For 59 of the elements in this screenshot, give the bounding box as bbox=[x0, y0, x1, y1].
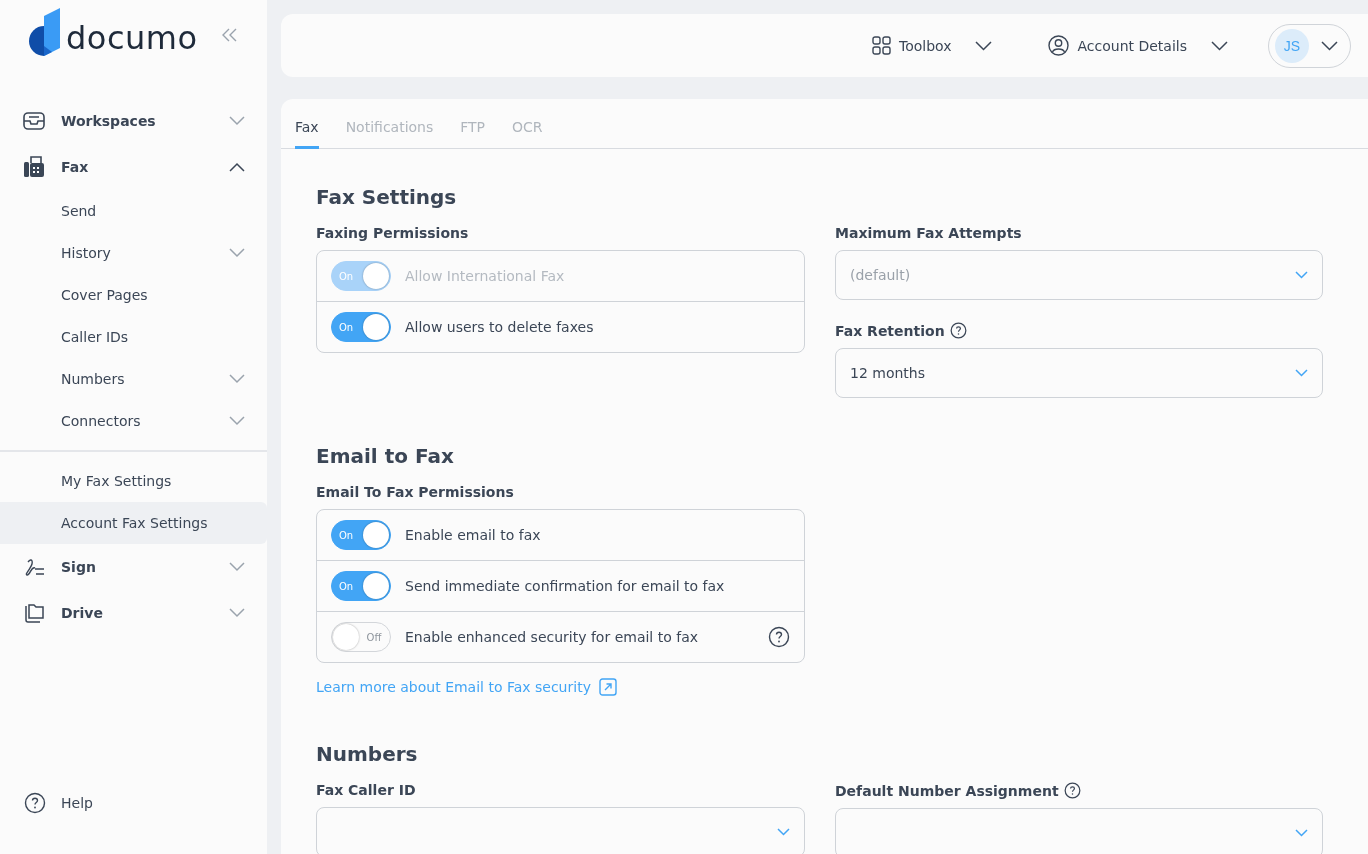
section-title: Fax Settings bbox=[316, 185, 458, 209]
nav-subitem[interactable]: Account Fax Settings bbox=[0, 502, 267, 544]
help-icon[interactable] bbox=[768, 626, 790, 648]
chevron-icon bbox=[229, 562, 245, 572]
nav-subitem[interactable]: Cover Pages bbox=[0, 274, 267, 316]
chevron-icon bbox=[975, 40, 993, 51]
select-field[interactable] bbox=[316, 807, 805, 854]
nav-subitem[interactable]: History bbox=[0, 232, 267, 274]
chevron-icon bbox=[777, 828, 790, 836]
help-icon[interactable] bbox=[1063, 782, 1081, 799]
fax-machine-icon bbox=[22, 156, 46, 178]
field-label: Email To Fax Permissions bbox=[316, 484, 514, 500]
chevron-icon bbox=[229, 248, 245, 258]
grid-icon bbox=[872, 36, 891, 55]
avatar: JS bbox=[1275, 28, 1309, 63]
field-label: Fax Retention bbox=[835, 322, 945, 339]
chevron-icon bbox=[1295, 829, 1308, 837]
toggle-label: Allow users to delete faxes bbox=[405, 319, 595, 335]
nav-item[interactable]: Fax bbox=[0, 144, 267, 190]
nav-subitem[interactable]: My Fax Settings bbox=[0, 460, 267, 502]
chevron-icon bbox=[229, 608, 245, 618]
toggle-label: Allow International Fax bbox=[405, 268, 566, 284]
chevron-icon bbox=[229, 374, 245, 384]
select-field[interactable]: 12 months bbox=[835, 348, 1323, 398]
tray-icon bbox=[22, 110, 46, 132]
user-icon bbox=[1048, 35, 1070, 56]
toggle-label: Enable email to fax bbox=[405, 527, 542, 543]
field-label: Maximum Fax Attempts bbox=[835, 225, 1022, 241]
nav-subitem[interactable]: Send bbox=[0, 190, 267, 232]
nav-subitem[interactable]: Numbers bbox=[0, 358, 267, 400]
nav-subitem[interactable]: Connectors bbox=[0, 400, 267, 442]
select-field[interactable] bbox=[835, 808, 1323, 854]
chevron-icon bbox=[229, 162, 245, 172]
toggle-label: Enable enhanced security for email to fax bbox=[405, 629, 699, 645]
chevron-icon bbox=[1211, 40, 1228, 51]
chevron-icon bbox=[1295, 271, 1308, 279]
chevron-icon bbox=[229, 416, 245, 426]
help-link[interactable]: Help bbox=[24, 792, 93, 814]
nav-item[interactable]: Drive bbox=[0, 590, 267, 636]
section-title: Email to Fax bbox=[316, 444, 455, 468]
chevron-icon bbox=[1321, 40, 1338, 51]
nav-item[interactable]: Workspaces bbox=[0, 98, 267, 144]
tab[interactable]: Fax bbox=[295, 119, 319, 149]
field-label: Faxing Permissions bbox=[316, 225, 469, 241]
field-label: Default Number Assignment bbox=[835, 782, 1059, 799]
toggle-label: Send immediate confirmation for email to fax bbox=[405, 578, 726, 594]
field-label: Fax Caller ID bbox=[316, 782, 416, 798]
nav-subitem[interactable]: Caller IDs bbox=[0, 316, 267, 358]
toolbox-menu[interactable]: Toolbox bbox=[872, 36, 993, 55]
chevron-icon bbox=[1295, 369, 1308, 377]
section-title: Numbers bbox=[316, 742, 419, 766]
external-link-icon bbox=[598, 678, 617, 696]
logo: documo bbox=[22, 8, 198, 56]
help-icon[interactable] bbox=[949, 322, 967, 339]
account-details-menu[interactable]: Account Details bbox=[1048, 35, 1228, 56]
folder-icon bbox=[22, 602, 46, 624]
nav-item[interactable]: Sign bbox=[0, 544, 267, 590]
chevron-icon bbox=[229, 116, 245, 126]
help-icon bbox=[24, 792, 46, 814]
